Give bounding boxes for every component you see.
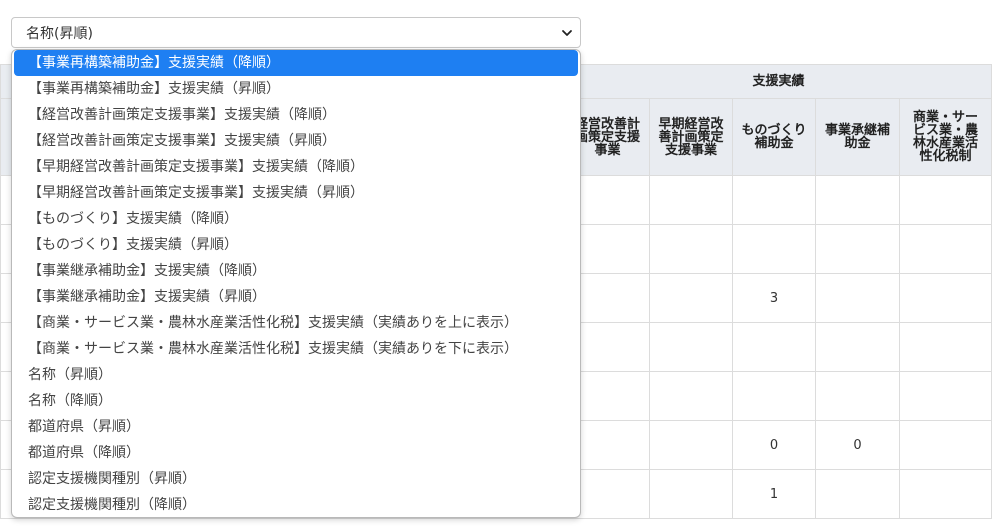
- sort-option[interactable]: 【ものづくり】支援実績（昇順）: [12, 232, 580, 258]
- sort-option[interactable]: 認定支援機関種別（降順）: [12, 492, 580, 517]
- column-header-line: 早期経営改: [658, 116, 724, 132]
- column-header: 早期経営改 善計画策定 支援事業: [649, 98, 733, 176]
- sort-option[interactable]: 【事業継承補助金】支援実績（昇順）: [12, 284, 580, 310]
- sort-option[interactable]: 【事業継承補助金】支援実績（降順）: [12, 258, 580, 284]
- table-cell: [649, 469, 733, 519]
- sort-option[interactable]: 【早期経営改善計画策定支援事業】支援実績（降順）: [12, 154, 580, 180]
- column-header-line: 助金: [844, 136, 871, 151]
- sort-select-value: 名称(昇順): [26, 25, 93, 42]
- table-cell: [899, 469, 992, 519]
- table-cell: [815, 322, 900, 372]
- table-cell: [732, 371, 816, 421]
- table-cell: [815, 175, 900, 225]
- column-header-line: 善計画策定: [658, 129, 724, 145]
- table-cell: 1: [732, 469, 816, 519]
- table-cell: [899, 224, 992, 274]
- column-header: 商業・サー ビス業・農 林水産業活 性化税制: [899, 98, 992, 176]
- sort-option[interactable]: 都道府県（降順）: [12, 440, 580, 466]
- column-header-line: 事業: [594, 142, 621, 158]
- table-cell: 3: [732, 273, 816, 323]
- table-cell: [649, 224, 733, 274]
- sort-option[interactable]: 【経営改善計画策定支援事業】支援実績（降順）: [12, 102, 580, 128]
- column-header: ものづくり 補助金: [732, 98, 816, 176]
- table-cell: [815, 224, 900, 274]
- column-header-line: 性化税制: [919, 149, 972, 164]
- table-cell: [649, 322, 733, 372]
- column-header: 事業承継補 助金: [815, 98, 900, 176]
- sort-option[interactable]: 【商業・サービス業・農林水産業活性化税】支援実績（実績ありを下に表示）: [12, 336, 580, 362]
- table-cell: 0: [732, 420, 816, 470]
- table-cell: [649, 371, 733, 421]
- table-cell: [899, 322, 992, 372]
- column-header-line: 支援事業: [664, 142, 717, 158]
- table-cell: [899, 371, 992, 421]
- sort-select[interactable]: 名称(昇順): [11, 17, 581, 48]
- table-cell: [899, 420, 992, 470]
- table-cell: [732, 175, 816, 225]
- table-cell: [815, 469, 900, 519]
- group-header-support-results: 支援実績: [565, 64, 992, 99]
- page: 名称(昇順) 支援実績 経営改善計 画策定支援 事業 早期経営改 善計画策定 支援事業 もの…: [0, 0, 1000, 526]
- sort-option[interactable]: 【早期経営改善計画策定支援事業】支援実績（昇順）: [12, 180, 580, 206]
- sort-dropdown-list[interactable]: 【事業再構築補助金】支援実績（降順） 【事業再構築補助金】支援実績（昇順） 【経営改…: [11, 49, 581, 518]
- sort-option[interactable]: 【事業再構築補助金】支援実績（昇順）: [12, 76, 580, 102]
- table-cell: [649, 420, 733, 470]
- table-cell: [899, 175, 992, 225]
- chevron-down-icon: [562, 30, 572, 36]
- table-cell: 0: [815, 420, 900, 470]
- sort-option[interactable]: 名称（降順）: [12, 388, 580, 414]
- sort-option[interactable]: 名称（昇順）: [12, 362, 580, 388]
- sort-option[interactable]: 【経営改善計画策定支援事業】支援実績（昇順）: [12, 128, 580, 154]
- sort-option[interactable]: 都道府県（昇順）: [12, 414, 580, 440]
- column-header-line: 画策定支援: [574, 129, 640, 145]
- table-cell: [899, 273, 992, 323]
- column-header-line: 補助金: [754, 136, 794, 151]
- table-cell: [649, 273, 733, 323]
- sort-option[interactable]: 【事業再構築補助金】支援実績（降順）: [14, 50, 578, 76]
- table-cell: [815, 371, 900, 421]
- column-header-line: 経営改善計: [574, 116, 640, 132]
- sort-option[interactable]: 【ものづくり】支援実績（降順）: [12, 206, 580, 232]
- table-cell: [815, 273, 900, 323]
- table-cell: [649, 175, 733, 225]
- table-cell: [732, 322, 816, 372]
- sort-option[interactable]: 認定支援機関種別（昇順）: [12, 466, 580, 492]
- sort-option[interactable]: 【商業・サービス業・農林水産業活性化税】支援実績（実績ありを上に表示）: [12, 310, 580, 336]
- table-cell: [732, 224, 816, 274]
